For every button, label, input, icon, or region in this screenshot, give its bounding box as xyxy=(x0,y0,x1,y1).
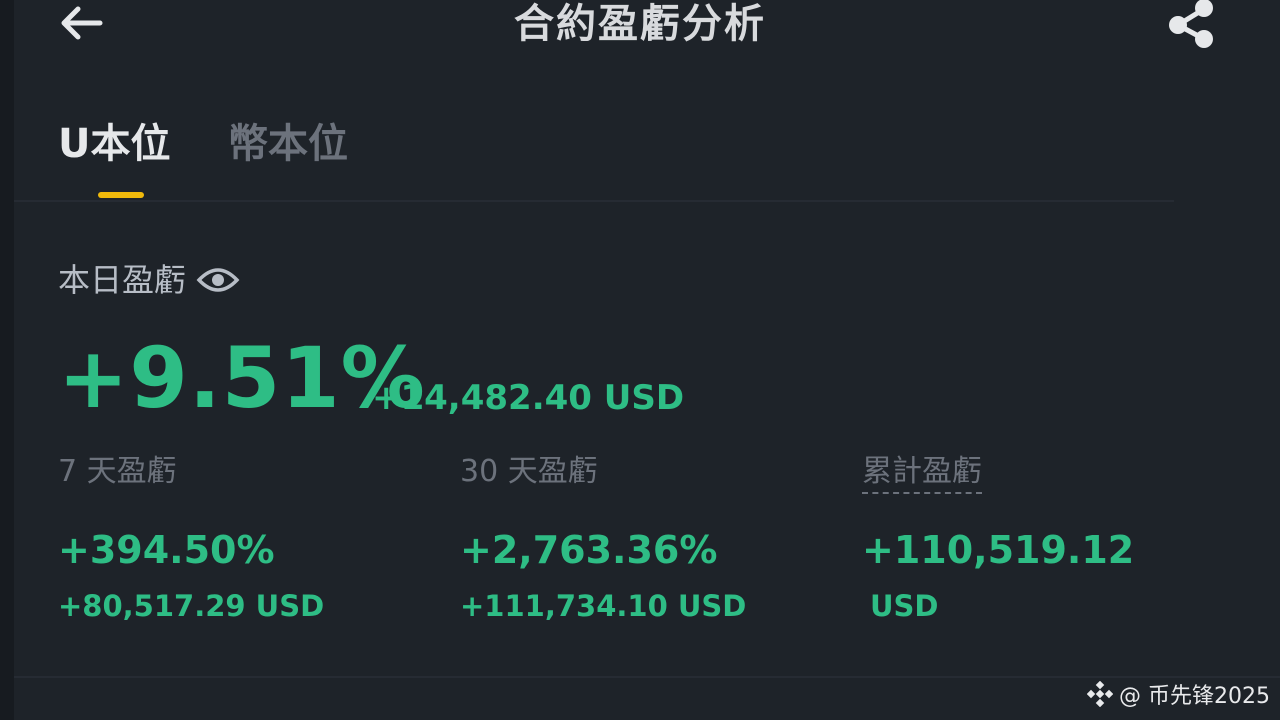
today-pnl-label: 本日盈虧 xyxy=(58,261,187,299)
tab-divider xyxy=(14,200,1174,202)
stat-percent: +394.50% xyxy=(58,528,275,572)
today-pnl-usd: +14,482.40 USD xyxy=(372,378,685,418)
share-button[interactable] xyxy=(1160,0,1224,52)
stat-percent: +2,763.36% xyxy=(460,528,718,572)
stat-30-day: 30 天盈虧 +2,763.36% +111,734.10 USD xyxy=(460,448,840,623)
today-pnl-label-row: 本日盈虧 xyxy=(58,256,240,304)
tab-coin-margined[interactable]: 幣本位 xyxy=(228,112,348,176)
stat-value: +110,519.12 xyxy=(862,528,1135,572)
left-edge-strip xyxy=(0,0,14,720)
header-bar: 合約盈虧分析 xyxy=(0,0,1280,56)
stat-cumulative: 累計盈虧 +110,519.12 USD xyxy=(862,448,1242,623)
tab-u-margined[interactable]: U本位 xyxy=(58,112,170,176)
stat-label: 30 天盈虧 xyxy=(460,454,598,489)
eye-icon[interactable] xyxy=(196,264,240,296)
page-title: 合約盈虧分析 xyxy=(514,1,766,47)
today-pnl-percent: +9.51% xyxy=(58,329,426,427)
stat-label: 7 天盈虧 xyxy=(58,454,177,489)
diamond-logo-icon xyxy=(1087,681,1114,707)
stat-7-day: 7 天盈虧 +394.50% +80,517.29 USD xyxy=(58,448,438,623)
stat-unit: USD xyxy=(870,589,939,623)
stat-usd: +80,517.29 USD xyxy=(58,589,325,623)
stat-label-cumulative[interactable]: 累計盈虧 xyxy=(862,452,982,494)
watermark-text: @ 币先锋2025 xyxy=(1119,684,1270,709)
stat-usd: +111,734.10 USD xyxy=(460,589,747,623)
watermark: @ 币先锋2025 xyxy=(1087,676,1270,712)
active-tab-indicator xyxy=(98,192,144,198)
share-icon xyxy=(1164,0,1220,53)
